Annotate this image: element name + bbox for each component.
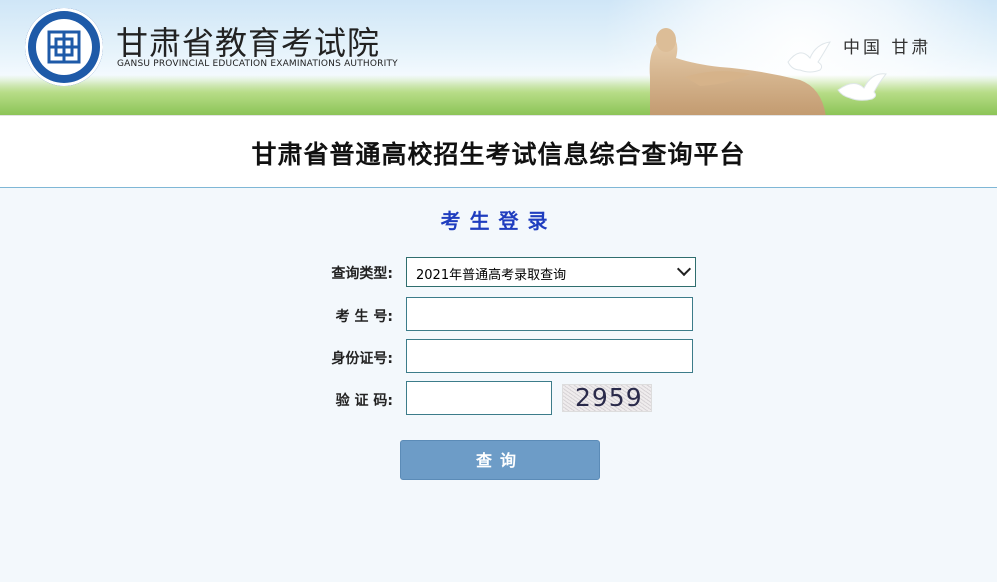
org-logo-emblem	[25, 8, 103, 86]
org-name-cn: 甘肃省教育考试院	[116, 24, 381, 62]
platform-title-bar: 甘肃省普通高校招生考试信息综合查询平台	[0, 115, 997, 188]
dove-icon	[787, 41, 831, 73]
id-number-input[interactable]	[406, 339, 693, 373]
captcha-image-text: 2959	[575, 383, 643, 412]
dove-icon	[837, 73, 887, 101]
platform-title: 甘肃省普通高校招生考试信息综合查询平台	[251, 140, 746, 169]
exam-number-input[interactable]	[406, 297, 693, 331]
org-name-en: GANSU PROVINCIAL EDUCATION EXAMINATIONS …	[117, 59, 398, 69]
query-type-select[interactable]: 2021年普通高考录取查询	[406, 257, 696, 287]
query-type-label: 查询类型:	[331, 266, 393, 282]
captcha-image[interactable]: 2959	[562, 383, 652, 412]
chevron-down-icon	[676, 261, 692, 277]
captcha-label: 验 证 码:	[335, 393, 393, 409]
captcha-input[interactable]	[406, 381, 552, 415]
header-banner: 甘肃省教育考试院 GANSU PROVINCIAL EDUCATION EXAM…	[0, 0, 997, 115]
region-text: 中国 甘肃	[843, 38, 932, 58]
emblem-mark-icon	[47, 30, 81, 64]
id-number-label: 身份证号:	[331, 351, 393, 367]
query-type-selected-value: 2021年普通高考录取查询	[416, 268, 567, 283]
query-button[interactable]: 查询	[400, 440, 600, 480]
login-heading: 考生登录	[440, 209, 557, 233]
exam-number-label: 考 生 号:	[335, 309, 393, 325]
